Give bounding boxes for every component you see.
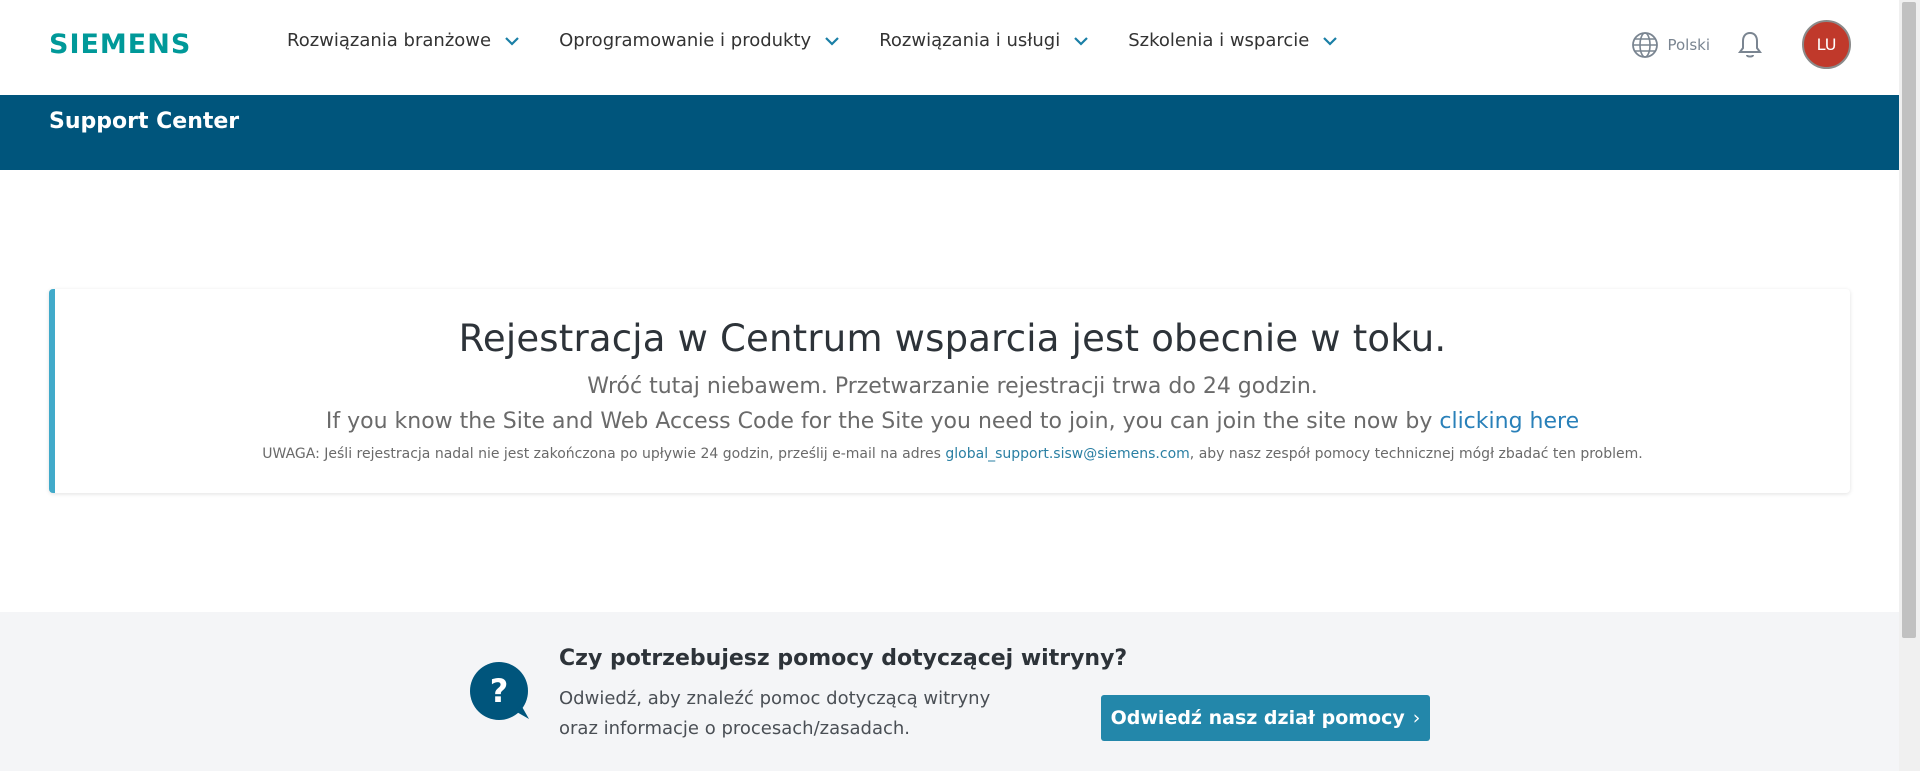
button-label: Odwiedź nasz dział pomocy: [1110, 707, 1405, 729]
avatar[interactable]: LU: [1802, 20, 1851, 69]
nav-item-industry-solutions[interactable]: Rozwiązania branżowe: [287, 30, 521, 51]
notification-bell-icon[interactable]: [1736, 30, 1764, 60]
chevron-down-icon: [1323, 36, 1338, 46]
nav-item-software-products[interactable]: Oprogramowanie i produkty: [559, 30, 841, 51]
svg-text:?: ?: [490, 672, 509, 710]
notice-line2-text: If you know the Site and Web Access Code…: [325, 409, 1440, 434]
nav-item-training-support[interactable]: Szkolenia i wsparcie: [1128, 30, 1339, 51]
join-site-link[interactable]: clicking here: [1439, 409, 1579, 434]
language-selector[interactable]: Polski: [1631, 31, 1710, 59]
notice-heading: Rejestracja w Centrum wsparcia jest obec…: [458, 317, 1447, 360]
chevron-down-icon: [505, 36, 519, 46]
page-title: Support Center: [49, 109, 240, 134]
chevron-right-icon: ›: [1412, 707, 1421, 729]
language-label: Polski: [1667, 35, 1710, 54]
nav-item-label: Rozwiązania i usługi: [879, 30, 1061, 51]
question-bubble-icon: ?: [470, 662, 529, 720]
chevron-down-icon: [825, 36, 839, 46]
note-prefix: UWAGA: Jeśli rejestracja nadal nie jest …: [262, 446, 946, 462]
notice-line2: If you know the Site and Web Access Code…: [55, 409, 1850, 434]
siemens-logo[interactable]: SIEMENS: [49, 29, 191, 60]
registration-notice-card: Rejestracja w Centrum wsparcia jest obec…: [49, 289, 1850, 493]
nav-item-label: Rozwiązania branżowe: [287, 30, 492, 51]
note-suffix: , aby nasz zespół pomocy technicznej móg…: [1189, 446, 1643, 462]
header-actions: Polski LU: [1631, 20, 1851, 69]
help-description: Odwiedź, aby znaleźć pomoc dotyczącą wit…: [559, 688, 991, 739]
top-navigation: SIEMENS Rozwiązania branżowe Oprogramowa…: [0, 0, 1899, 95]
nav-item-label: Szkolenia i wsparcie: [1128, 30, 1310, 51]
notice-note: UWAGA: Jeśli rejestracja nadal nie jest …: [55, 446, 1850, 462]
scrollbar-thumb[interactable]: [1902, 2, 1916, 638]
visit-help-center-button[interactable]: Odwiedź nasz dział pomocy ›: [1101, 695, 1430, 741]
chevron-down-icon: [1074, 36, 1088, 46]
nav-item-solutions-services[interactable]: Rozwiązania i usługi: [879, 30, 1090, 51]
nav-item-label: Oprogramowanie i produkty: [559, 30, 812, 51]
notice-line1: Wróć tutaj niebawem. Przetwarzanie rejes…: [587, 374, 1318, 399]
globe-icon: [1632, 31, 1659, 58]
main-menu: Rozwiązania branżowe Oprogramowanie i pr…: [287, 30, 1377, 51]
help-title: Czy potrzebujesz pomocy dotyczącej witry…: [559, 646, 1128, 671]
support-email-link[interactable]: global_support.sisw@siemens.com: [945, 446, 1189, 462]
support-center-banner: Support Center: [0, 95, 1899, 170]
